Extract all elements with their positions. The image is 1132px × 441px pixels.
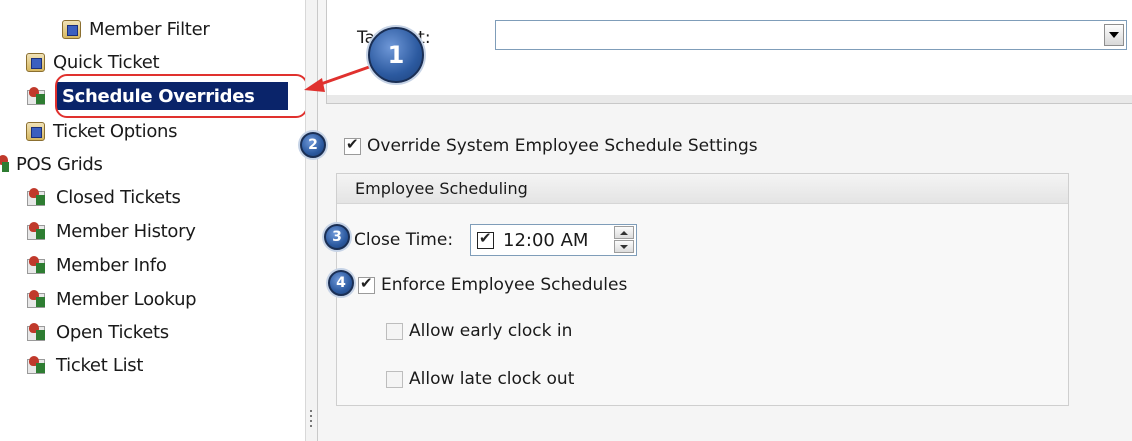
tree-item-member-info[interactable]: Member Info	[26, 250, 167, 280]
tree-item-label: Closed Tickets	[56, 186, 181, 208]
form-icon	[62, 19, 81, 39]
override-label: Override System Employee Schedule Settin…	[367, 136, 758, 156]
tree-item-label: Member History	[56, 220, 196, 242]
tree-item-label: Member Filter	[89, 18, 210, 40]
settings-tree: Member Filter Quick Ticket Schedule Over…	[0, 0, 308, 441]
close-time-enable-checkbox[interactable]	[477, 229, 494, 249]
tree-item-label: Quick Ticket	[53, 51, 160, 73]
spin-up-icon[interactable]	[614, 226, 634, 239]
late-clock-out-row[interactable]: Allow late clock out	[386, 369, 574, 389]
callout-badge-2: 2	[300, 132, 326, 158]
override-checkbox[interactable]	[344, 135, 361, 155]
late-clock-out-label: Allow late clock out	[409, 369, 575, 389]
close-time-label-row: Close Time:	[354, 230, 453, 250]
form-icon	[26, 52, 45, 72]
tree-item-label: Open Tickets	[56, 321, 169, 343]
enforce-label: Enforce Employee Schedules	[381, 275, 628, 295]
grid-icon	[26, 355, 48, 376]
splitter[interactable]	[305, 0, 318, 441]
tree-item-member-lookup[interactable]: Member Lookup	[26, 284, 197, 314]
close-time-label: Close Time:	[354, 230, 454, 250]
enforce-checkbox-row[interactable]: Enforce Employee Schedules	[358, 274, 628, 295]
tree-item-quick-ticket[interactable]: Quick Ticket	[26, 47, 160, 77]
tree-item-open-tickets[interactable]: Open Tickets	[26, 317, 169, 347]
highlight-ring	[55, 74, 308, 118]
tree-item-label: Ticket Options	[53, 120, 178, 142]
close-time-picker[interactable]: 12:00 AM	[470, 224, 637, 256]
tree-item-member-history[interactable]: Member History	[26, 216, 196, 246]
chevron-down-icon[interactable]	[1104, 24, 1124, 46]
early-clock-in-checkbox[interactable]	[386, 322, 403, 340]
early-clock-in-row[interactable]: Allow early clock in	[386, 321, 572, 341]
grid-icon	[26, 289, 48, 310]
late-clock-out-checkbox[interactable]	[386, 370, 403, 388]
grid-icon	[26, 322, 48, 343]
time-spinner[interactable]	[614, 226, 634, 254]
tree-item-label: Member Lookup	[56, 288, 197, 310]
grid-icon	[26, 221, 48, 242]
tree-item-label: Ticket List	[56, 354, 144, 376]
tree-item-ticket-list[interactable]: Ticket List	[26, 350, 143, 380]
tree-item-label: POS Grids	[16, 153, 103, 175]
tree-item-pos-grids[interactable]: POS Grids	[0, 149, 103, 179]
callout-badge-4: 4	[328, 270, 354, 296]
tree-item-label: Member Info	[56, 254, 167, 276]
dropdown-combo[interactable]	[495, 20, 1127, 50]
enforce-checkbox[interactable]	[358, 274, 375, 294]
grid-icon	[26, 187, 48, 208]
grid-icon	[0, 154, 12, 175]
close-time-value[interactable]: 12:00 AM	[503, 230, 588, 251]
spin-down-icon[interactable]	[614, 240, 634, 253]
callout-badge-1: 1	[368, 27, 424, 83]
group-title: Employee Scheduling	[337, 174, 1068, 204]
grid-icon	[26, 86, 48, 107]
callout-badge-3: 3	[324, 224, 350, 250]
tree-item-closed-tickets[interactable]: Closed Tickets	[26, 182, 181, 212]
tree-item-ticket-options[interactable]: Ticket Options	[26, 116, 178, 146]
grid-icon	[26, 255, 48, 276]
form-icon	[26, 121, 45, 141]
tree-item-member-filter[interactable]: Member Filter	[62, 14, 210, 44]
override-checkbox-row[interactable]: Override System Employee Schedule Settin…	[344, 135, 758, 156]
early-clock-in-label: Allow early clock in	[409, 321, 573, 341]
upper-section: Ta ment:	[326, 0, 1132, 104]
settings-pane: Ta ment: Override System Employee Schedu…	[318, 0, 1132, 441]
